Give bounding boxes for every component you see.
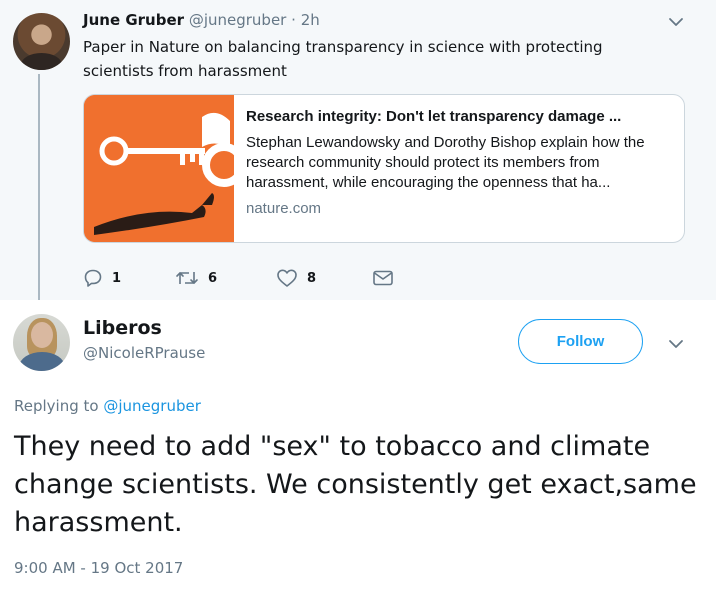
avatar[interactable] — [13, 314, 70, 371]
direct-message-button[interactable] — [372, 268, 394, 288]
chevron-down-icon[interactable] — [666, 12, 686, 32]
author-name[interactable]: Liberos — [83, 317, 162, 339]
link-card[interactable]: Research integrity: Don't let transparen… — [83, 94, 685, 243]
like-button[interactable]: 8 — [276, 268, 316, 288]
envelope-icon — [373, 270, 393, 286]
tweet-text: Paper in Nature on balancing transparenc… — [83, 38, 603, 80]
reply-count: 1 — [112, 270, 122, 286]
avatar[interactable] — [13, 13, 70, 70]
follow-button[interactable]: Follow — [518, 319, 643, 364]
parent-tweet[interactable]: June Gruber @junegruber · 2h Paper in Na… — [0, 0, 716, 306]
avatar-face — [31, 322, 53, 348]
tweet-text: They need to add "sex" to tobacco and cl… — [14, 431, 697, 538]
parent-tweet-header: June Gruber @junegruber · 2h — [83, 11, 320, 29]
key-illustration — [84, 95, 234, 242]
card-title[interactable]: Research integrity: Don't let transparen… — [246, 107, 676, 127]
avatar-body — [19, 352, 65, 371]
separator-dot: · — [291, 11, 296, 29]
tweet-time[interactable]: 2h — [301, 11, 320, 29]
card-thumbnail — [84, 95, 234, 242]
author-handle[interactable]: @junegruber — [189, 11, 287, 29]
tweet-timestamp[interactable]: 9:00 AM - 19 Oct 2017 — [14, 559, 183, 577]
retweet-button[interactable]: 6 — [175, 268, 217, 288]
like-count: 8 — [307, 270, 317, 286]
retweet-icon — [176, 272, 198, 284]
card-body: Research integrity: Don't let transparen… — [246, 107, 676, 219]
reply-button[interactable]: 1 — [83, 268, 121, 288]
heart-icon — [277, 269, 297, 287]
chevron-down-icon[interactable] — [666, 334, 686, 354]
avatar-shoulders — [21, 53, 62, 70]
thread-connector-line — [38, 74, 40, 306]
author-name[interactable]: June Gruber — [83, 11, 184, 29]
replying-to-label: Replying to — [14, 397, 99, 415]
author-handle[interactable]: @NicoleRPrause — [83, 344, 205, 362]
card-description: Stephan Lewandowsky and Dorothy Bishop e… — [246, 134, 645, 191]
replying-to-line: Replying to @junegruber — [14, 397, 201, 415]
card-domain: nature.com — [246, 200, 322, 217]
replying-to-mention[interactable]: @junegruber — [103, 397, 201, 415]
reply-icon — [84, 269, 102, 287]
main-tweet: Liberos @NicoleRPrause Follow Replying t… — [0, 300, 716, 591]
retweet-count: 6 — [208, 270, 218, 286]
